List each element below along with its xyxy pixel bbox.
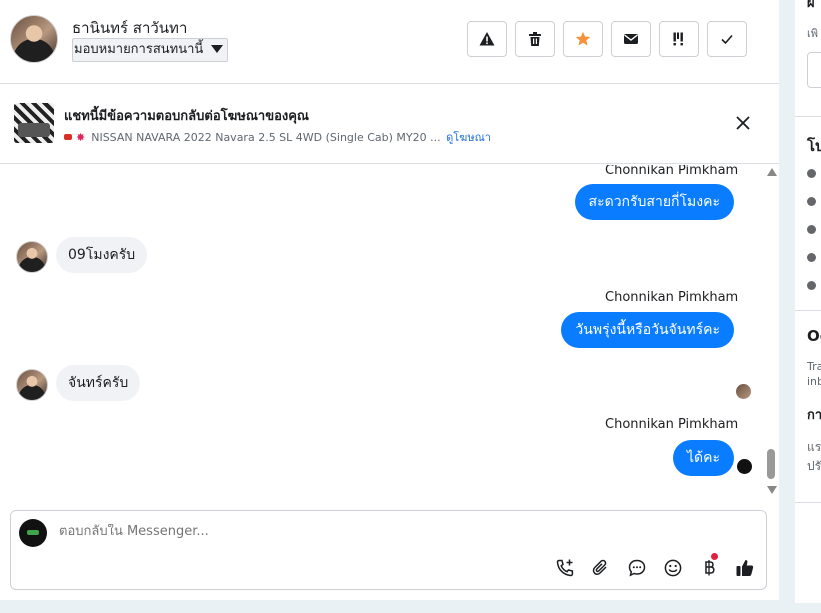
ad-thumbnail[interactable] [14,103,54,143]
conversation-toolbar [467,21,747,57]
section-text-partial: inb [807,375,821,388]
mark-done-button[interactable] [707,21,747,57]
star-button[interactable] [563,21,603,57]
thumbs-up-button[interactable] [734,557,756,579]
section-text-partial: แร [807,440,821,454]
customer-avatar-small [16,241,48,273]
divider [795,116,821,117]
view-ad-link[interactable]: ดูโฆษณา [446,131,491,144]
message-thread: Chonnikan Pimkham สะดวกรับสายกี่โมงคะ 09… [0,165,779,497]
message-bubble-incoming[interactable]: จันทร์ครับ [56,365,141,401]
warning-icon [479,32,495,46]
briefcase-icon [807,197,816,206]
label-input-partial[interactable] [807,52,821,88]
mark-unread-button[interactable] [611,21,651,57]
location-pin-icon [807,281,816,290]
section-text-partial: ปรั [807,459,821,473]
section-heading-partial: กา [807,408,821,423]
notification-dot [711,553,718,560]
add-label-partial: เพิ [807,27,819,40]
clock-icon [807,169,816,178]
report-spam-button[interactable] [467,21,507,57]
message-sender: Chonnikan Pimkham [605,290,739,305]
car-emoji-icon [64,134,72,140]
section-heading-partial: Oc [807,327,821,345]
page-avatar [19,519,47,547]
customer-avatar[interactable] [10,15,58,63]
message-bubble-outgoing[interactable]: วันพรุ่งนี้หรือวันจันทร์คะ [561,312,734,348]
caret-down-icon [211,45,224,53]
trash-icon [529,32,541,46]
assign-conversation-dropdown[interactable]: มอบหมายการสนทนานี้ [72,38,229,62]
panel-gutter [779,0,795,613]
divider [795,310,821,311]
location-icon [807,253,816,262]
customer-name[interactable]: ธานินทร์ สาวันทา [72,16,187,40]
message-bubble-incoming[interactable]: 09โมงครับ [56,237,148,273]
emoji-button[interactable] [662,557,684,579]
scroll-thumb[interactable] [767,449,775,479]
message-bubble-outgoing[interactable]: ได้คะ [672,440,734,476]
attach-button[interactable] [590,557,612,579]
message-bubble-outgoing[interactable]: สะดวกรับสายกี่โมงคะ [574,184,734,220]
phone-add-icon [556,559,574,577]
phone-add-button[interactable] [554,557,576,579]
section-text-partial: Tra [807,360,821,373]
scroll-down-arrow-icon[interactable] [767,486,777,494]
assign-label: มอบหมายการสนทนานี้ [74,42,204,57]
paperclip-icon [592,559,607,575]
spark-emoji-icon: ✸ [76,131,86,144]
delete-button[interactable] [515,21,555,57]
payment-button[interactable] [698,553,720,579]
conversation-panel: ธานินทร์ สาวันทา มอบหมายการสนทนานี้ แชทน… [0,0,779,600]
close-icon[interactable] [733,113,753,133]
reply-composer [10,510,767,590]
ad-reply-banner: แชทนี้มีข้อความตอบกลับต่อโฆษณาของคุณ ✸ NI… [0,85,779,164]
panel-heading-partial: ผ [807,0,815,11]
saved-replies-button[interactable] [626,557,648,579]
graduation-icon [807,225,816,234]
envelope-icon [624,34,638,44]
message-sender: Chonnikan Pimkham [605,417,739,432]
composer-toolbar [554,553,756,579]
follow-up-button[interactable] [659,21,699,57]
contact-details-panel: ผ เพิ โป Oc Tra inb กา แร ปรั [795,0,821,603]
ad-banner-title: แชทนี้มีข้อความตอบกลับต่อโฆษณาของคุณ [64,109,309,124]
ad-name: NISSAN NAVARA 2022 Navara 2.5 SL 4WD (Si… [91,131,441,144]
baht-icon [705,560,715,576]
divider [795,502,821,503]
thread-scrollbar[interactable] [765,165,777,497]
follow-up-icon [673,32,683,46]
check-icon [721,34,733,45]
ad-banner-subtitle: ✸ NISSAN NAVARA 2022 Navara 2.5 SL 4WD (S… [64,128,491,146]
profile-heading-partial: โป [807,137,821,155]
customer-avatar-small [16,369,48,401]
star-icon [575,31,591,46]
saved-reply-icon [628,559,646,577]
page-seen-avatar-icon [737,459,752,474]
emoji-icon [664,559,682,577]
message-sender: Chonnikan Pimkham [605,165,739,178]
reply-input[interactable] [59,524,659,539]
bottom-strip [0,600,779,613]
thumbs-up-icon [736,560,754,576]
seen-avatar-icon [736,384,751,399]
conversation-header: ธานินทร์ สาวันทา มอบหมายการสนทนานี้ [0,0,779,84]
scroll-up-arrow-icon[interactable] [767,168,777,176]
